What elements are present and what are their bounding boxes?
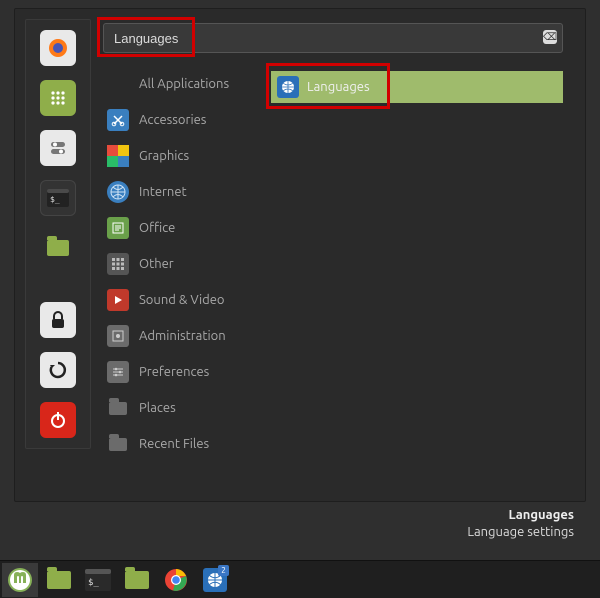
category-label: Office <box>139 221 175 235</box>
result-label: Languages <box>307 80 370 94</box>
restart-icon <box>48 360 68 380</box>
favorite-settings[interactable] <box>40 130 76 166</box>
category-other[interactable]: Other <box>103 251 271 277</box>
scissors-icon <box>107 109 129 131</box>
taskbar-filemanager[interactable] <box>119 563 155 597</box>
category-sound-video[interactable]: Sound & Video <box>103 287 271 313</box>
tooltip-subtitle: Language settings <box>467 524 574 542</box>
category-preferences[interactable]: Preferences <box>103 359 271 385</box>
lock-icon <box>50 311 66 329</box>
folder-icon <box>47 240 69 256</box>
category-label: Graphics <box>139 149 189 163</box>
chrome-icon <box>164 568 188 592</box>
folder-icon <box>107 397 129 419</box>
terminal-icon: $_ <box>47 189 69 207</box>
tooltip-title: Languages <box>467 507 574 525</box>
category-label: Accessories <box>139 113 206 127</box>
category-label: Recent Files <box>139 437 209 451</box>
grid-icon <box>107 253 129 275</box>
power-icon <box>49 411 67 429</box>
taskbar-files[interactable] <box>41 563 77 597</box>
firefox-icon <box>47 37 69 59</box>
category-label: Sound & Video <box>139 293 225 307</box>
category-places[interactable]: Places <box>103 395 271 421</box>
category-label: Internet <box>139 185 187 199</box>
preferences-icon <box>107 361 129 383</box>
category-icon <box>107 73 129 95</box>
search-input[interactable] <box>103 23 563 53</box>
category-label: Preferences <box>139 365 209 379</box>
lock-button[interactable] <box>40 302 76 338</box>
category-graphics[interactable]: Graphics <box>103 143 271 169</box>
menu-button[interactable] <box>2 563 38 597</box>
languages-icon <box>277 76 299 98</box>
category-office[interactable]: Office <box>103 215 271 241</box>
favorite-firefox[interactable] <box>40 30 76 66</box>
favorite-apps[interactable] <box>40 80 76 116</box>
graphics-icon <box>107 145 129 167</box>
power-button[interactable] <box>40 402 76 438</box>
terminal-icon: $_ <box>85 569 111 591</box>
svg-text:$_: $_ <box>88 578 99 588</box>
category-recent[interactable]: Recent Files <box>103 431 271 457</box>
taskbar-chrome[interactable] <box>158 563 194 597</box>
taskbar: $_ 2 <box>0 560 600 598</box>
play-icon <box>107 289 129 311</box>
globe-icon <box>107 181 129 203</box>
favorites-panel: $_ <box>25 19 91 449</box>
folder-icon <box>47 571 71 589</box>
category-label: Administration <box>139 329 226 343</box>
mint-logo-icon <box>7 567 33 593</box>
taskbar-terminal[interactable]: $_ <box>80 563 116 597</box>
application-menu: $_ ⌫ <box>14 8 586 502</box>
taskbar-languages[interactable]: 2 <box>197 563 233 597</box>
category-label: Places <box>139 401 176 415</box>
admin-icon <box>107 325 129 347</box>
folder-icon <box>107 433 129 455</box>
logout-button[interactable] <box>40 352 76 388</box>
app-tooltip: Languages Language settings <box>467 507 574 542</box>
folder-icon <box>125 571 149 589</box>
clear-search-button[interactable]: ⌫ <box>543 30 557 44</box>
category-internet[interactable]: Internet <box>103 179 271 205</box>
category-label: Other <box>139 257 174 271</box>
backspace-icon: ⌫ <box>543 31 557 42</box>
window-count-badge: 2 <box>218 565 229 576</box>
office-icon <box>107 217 129 239</box>
svg-text:$_: $_ <box>50 195 60 204</box>
category-all-applications[interactable]: All Applications <box>103 71 271 97</box>
toggles-icon <box>48 138 68 158</box>
result-languages[interactable]: Languages <box>271 71 563 103</box>
category-label: All Applications <box>139 77 229 91</box>
category-list: All Applications Accessories Graphics <box>103 71 271 457</box>
favorite-files[interactable] <box>40 230 76 266</box>
results-panel: Languages <box>271 71 575 457</box>
search-row: ⌫ <box>103 23 575 53</box>
favorite-terminal[interactable]: $_ <box>40 180 76 216</box>
category-administration[interactable]: Administration <box>103 323 271 349</box>
apps-grid-icon <box>49 89 67 107</box>
category-accessories[interactable]: Accessories <box>103 107 271 133</box>
menu-main: ⌫ All Applications Accessories <box>97 9 585 501</box>
